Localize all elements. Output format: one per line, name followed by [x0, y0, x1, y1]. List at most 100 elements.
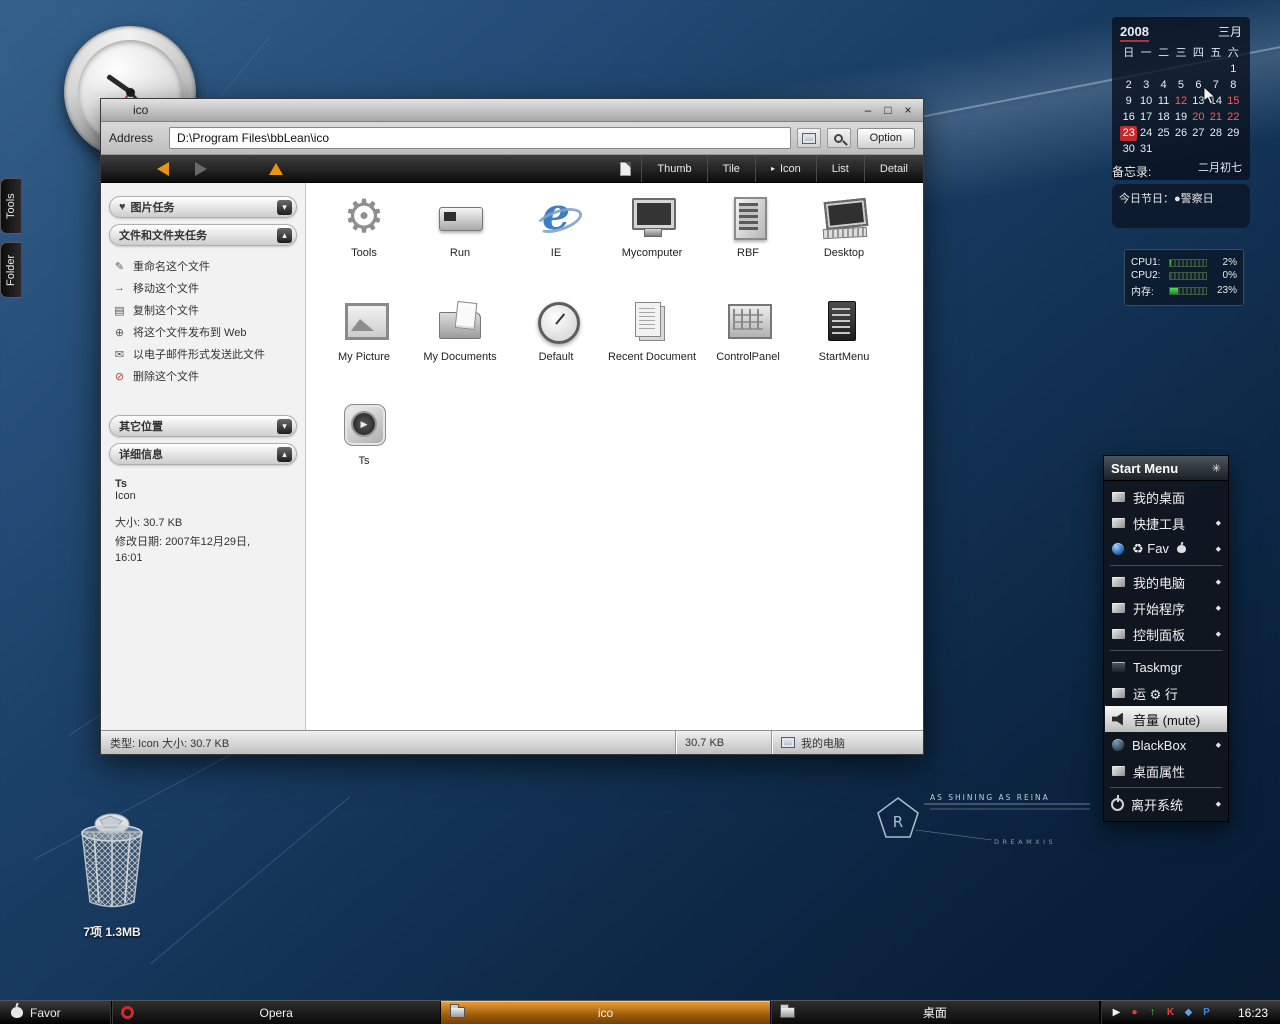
pointer-icon[interactable]: ▶ [1110, 1007, 1123, 1018]
up-button[interactable] [233, 162, 283, 175]
panel-header-details[interactable]: 详细信息 ▴ [109, 443, 297, 465]
calendar-day[interactable]: 12 [1172, 94, 1189, 109]
menu-item[interactable]: 桌面属性 [1104, 758, 1228, 784]
menu-item[interactable]: 离开系统 ◆ [1104, 791, 1228, 817]
file-item-controlpanel[interactable]: ControlPanel [700, 299, 796, 401]
start-menu-header[interactable]: Start Menu ✳ [1104, 456, 1228, 481]
menu-item[interactable]: 运 ⚙ 行 [1104, 680, 1228, 706]
address-input[interactable]: D:\Program Files\bbLean\ico [169, 127, 791, 149]
calendar-day[interactable]: 31 [1137, 142, 1154, 157]
file-task-list: ✎ 重命名这个文件 → 移动这个文件 ▤ 复制这个文件 ⊕ 将这个文件发布到 Web ✉ 以电子邮… [109, 252, 297, 399]
task-item[interactable]: → 移动这个文件 [113, 277, 295, 299]
file-item-mycomputer[interactable]: Mycomputer [604, 195, 700, 297]
file-item-desktop[interactable]: Desktop [796, 195, 892, 297]
view-button-icon[interactable]: ▸ Icon [754, 155, 816, 182]
calendar-day[interactable]: 20 [1190, 110, 1207, 125]
calendar-day[interactable]: 25 [1155, 126, 1172, 141]
calendar-day[interactable]: 3 [1137, 78, 1154, 93]
menu-item[interactable]: BlackBox ◆ [1104, 732, 1228, 758]
menu-item[interactable]: 我的电脑 ◆ [1104, 569, 1228, 595]
k-app-icon[interactable]: K [1164, 1007, 1177, 1018]
page-icon[interactable] [620, 161, 632, 176]
calendar-day[interactable]: 30 [1120, 142, 1137, 157]
task-button-opera[interactable]: Opera [112, 1001, 442, 1024]
calendar-day[interactable]: 15 [1225, 94, 1242, 109]
calendar-day[interactable]: 8 [1225, 78, 1242, 93]
panel-title: 详细信息 [119, 449, 163, 461]
calendar-day[interactable]: 16 [1120, 110, 1137, 125]
chevron-up-icon[interactable]: ▴ [277, 227, 292, 243]
file-item-ie[interactable]: IE [508, 189, 604, 297]
menu-item[interactable]: ♻ Fav ◆ [1104, 536, 1228, 562]
view-button-tile[interactable]: Tile [706, 155, 755, 182]
calendar-day[interactable]: 9 [1120, 94, 1137, 109]
calendar-day[interactable]: 23 [1120, 126, 1138, 141]
menu-item[interactable]: 控制面板 ◆ [1104, 621, 1228, 647]
start-button[interactable]: Favor [0, 1001, 112, 1024]
panel-header-file-tasks[interactable]: 文件和文件夹任务 ▴ [109, 224, 297, 246]
messenger-icon[interactable]: ◆ [1182, 1007, 1195, 1018]
chevron-up-icon[interactable]: ▴ [277, 446, 292, 462]
view-button-detail[interactable]: Detail [863, 155, 923, 182]
calendar-day[interactable]: 27 [1190, 126, 1207, 141]
menu-item[interactable]: 音量 (mute) [1105, 706, 1227, 732]
task-item[interactable]: ⊘ 删除这个文件 [113, 365, 295, 387]
forward-button[interactable] [195, 161, 207, 176]
task-button-ico[interactable]: ico [441, 1001, 771, 1024]
file-item-my-picture[interactable]: My Picture [316, 299, 412, 401]
calendar-day[interactable]: 26 [1172, 126, 1189, 141]
file-item-run[interactable]: Run [412, 195, 508, 297]
calendar-day[interactable]: 21 [1207, 110, 1224, 125]
menu-item[interactable]: Taskmgr [1104, 654, 1228, 680]
menu-item[interactable]: 我的桌面 [1104, 484, 1228, 510]
calendar-day[interactable]: 4 [1155, 78, 1172, 93]
option-button[interactable]: Option [856, 127, 915, 149]
calendar-day[interactable]: 5 [1172, 78, 1189, 93]
back-button[interactable] [157, 161, 169, 176]
task-item[interactable]: ▤ 复制这个文件 [113, 299, 295, 321]
menu-item[interactable]: 快捷工具 ◆ [1104, 510, 1228, 536]
edge-tab-tools[interactable]: Tools [0, 178, 21, 234]
maximize-button[interactable]: □ [879, 103, 897, 117]
panel-header-picture-tasks[interactable]: ♥ 图片任务 ▾ [109, 196, 297, 218]
watermark-letter: R [893, 813, 903, 831]
file-item-startmenu[interactable]: StartMenu [796, 299, 892, 401]
task-item[interactable]: ✎ 重命名这个文件 [113, 255, 295, 277]
minimize-button[interactable]: – [859, 103, 877, 117]
close-button[interactable]: × [899, 103, 917, 117]
file-item-recent-document[interactable]: Recent Document [604, 299, 700, 401]
task-item[interactable]: ✉ 以电子邮件形式发送此文件 [113, 343, 295, 365]
calendar-day[interactable]: 17 [1137, 110, 1154, 125]
calendar-day[interactable]: 24 [1137, 126, 1154, 141]
recycle-bin[interactable]: 7项 1.3MB [60, 806, 164, 940]
view-button-thumb[interactable]: Thumb [641, 155, 706, 182]
calendar-day[interactable]: 2 [1120, 78, 1137, 93]
menu-item[interactable]: 开始程序 ◆ [1104, 595, 1228, 621]
calendar-day[interactable]: 22 [1225, 110, 1242, 125]
calendar-day[interactable]: 18 [1155, 110, 1172, 125]
task-item[interactable]: ⊕ 将这个文件发布到 Web [113, 321, 295, 343]
titlebar[interactable]: ico – □ × [101, 99, 923, 122]
file-item-rbf[interactable]: RBF [700, 195, 796, 297]
chevron-down-icon[interactable]: ▾ [277, 418, 292, 434]
antivirus-icon[interactable]: ● [1128, 1007, 1141, 1018]
calendar-day[interactable]: 11 [1155, 94, 1172, 109]
calendar-day[interactable]: 1 [1225, 62, 1242, 77]
calendar-day[interactable]: 28 [1207, 126, 1224, 141]
file-item-default[interactable]: Default [508, 299, 604, 401]
panel-header-other-places[interactable]: 其它位置 ▾ [109, 415, 297, 437]
task-button-桌面[interactable]: 桌面 [770, 1001, 1100, 1024]
file-item-ts[interactable]: Ts [316, 403, 412, 505]
calendar-day[interactable]: 19 [1172, 110, 1189, 125]
view-button-list[interactable]: List [815, 155, 864, 182]
edge-tab-folder[interactable]: Folder [0, 242, 21, 298]
search-button[interactable] [826, 128, 851, 148]
computer-view-button[interactable] [796, 128, 821, 148]
upload-icon[interactable]: ↑ [1146, 1007, 1159, 1018]
file-item-tools[interactable]: Tools [316, 189, 412, 297]
chevron-down-icon[interactable]: ▾ [277, 199, 292, 215]
calendar-day[interactable]: 10 [1137, 94, 1154, 109]
calendar-day[interactable]: 29 [1225, 126, 1242, 141]
p-app-icon[interactable]: P [1200, 1007, 1213, 1018]
file-item-my-documents[interactable]: My Documents [412, 299, 508, 401]
